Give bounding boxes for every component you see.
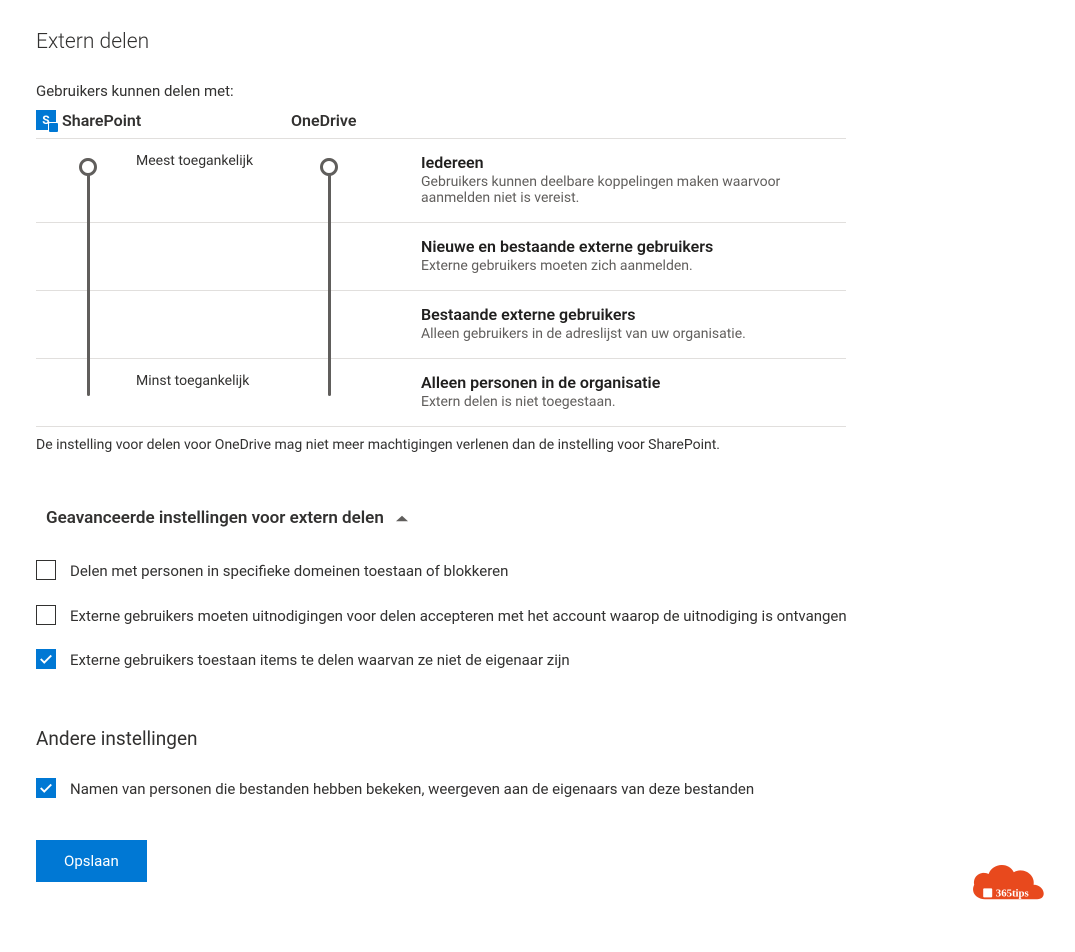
sharepoint-icon: S	[36, 110, 56, 130]
other-settings-header: Andere instellingen	[36, 727, 1039, 750]
checkbox-label: Namen van personen die bestanden hebben …	[70, 778, 754, 801]
column-sharepoint-label: SharePoint	[62, 111, 141, 130]
hint-least: Minst toegankelijk	[136, 359, 291, 427]
advanced-settings-toggle[interactable]: Geavanceerde instellingen voor extern de…	[46, 508, 1039, 528]
level-title: Alleen personen in de organisatie	[421, 373, 846, 392]
chevron-up-icon	[396, 515, 408, 521]
level-row: Nieuwe en bestaande externe gebruikers E…	[36, 223, 846, 291]
checkbox-show-viewer-names[interactable]	[36, 778, 56, 798]
checkbox-allow-reshare[interactable]	[36, 649, 56, 669]
level-title: Bestaande externe gebruikers	[421, 305, 846, 324]
level-row: Bestaande externe gebruikers Alleen gebr…	[36, 291, 846, 359]
hint-most: Meest toegankelijk	[136, 139, 291, 223]
permissions-note: De instelling voor delen voor OneDrive m…	[36, 437, 1039, 453]
columns-header: S SharePoint OneDrive	[36, 110, 1039, 130]
column-onedrive-label: OneDrive	[291, 111, 356, 130]
level-sub: Gebruikers kunnen deelbare koppelingen m…	[421, 174, 846, 206]
level-sub: Externe gebruikers moeten zich aanmelden…	[421, 258, 846, 274]
level-row: Meest toegankelijk Iedereen Gebruikers k…	[36, 139, 846, 223]
checkbox-row: Namen van personen die bestanden hebben …	[36, 778, 1039, 801]
svg-text:365tips: 365tips	[996, 888, 1029, 900]
checkbox-label: Externe gebruikers moeten uitnodigingen …	[70, 605, 847, 628]
checkbox-row: Delen met personen in specifieke domeine…	[36, 560, 1039, 583]
level-sub: Extern delen is niet toegestaan.	[421, 394, 846, 410]
checkbox-label: Delen met personen in specifieke domeine…	[70, 560, 508, 583]
checkbox-accept-invite-same-account[interactable]	[36, 605, 56, 625]
level-title: Nieuwe en bestaande externe gebruikers	[421, 237, 846, 256]
advanced-settings-label: Geavanceerde instellingen voor extern de…	[46, 508, 384, 528]
save-button[interactable]: Opslaan	[36, 840, 147, 882]
share-with-label: Gebruikers kunnen delen met:	[36, 82, 1039, 100]
level-row: Minst toegankelijk Alleen personen in de…	[36, 359, 846, 427]
watermark-365tips: 365tips	[967, 854, 1057, 912]
checkbox-label: Externe gebruikers toestaan items te del…	[70, 649, 570, 672]
levels-table: Meest toegankelijk Iedereen Gebruikers k…	[36, 138, 846, 427]
checkbox-row: Externe gebruikers moeten uitnodigingen …	[36, 605, 1039, 628]
level-title: Iedereen	[421, 153, 846, 172]
checkbox-row: Externe gebruikers toestaan items te del…	[36, 649, 1039, 672]
page-title: Extern delen	[36, 30, 1039, 54]
checkbox-domain-allow-block[interactable]	[36, 560, 56, 580]
level-sub: Alleen gebruikers in de adreslijst van u…	[421, 326, 846, 342]
